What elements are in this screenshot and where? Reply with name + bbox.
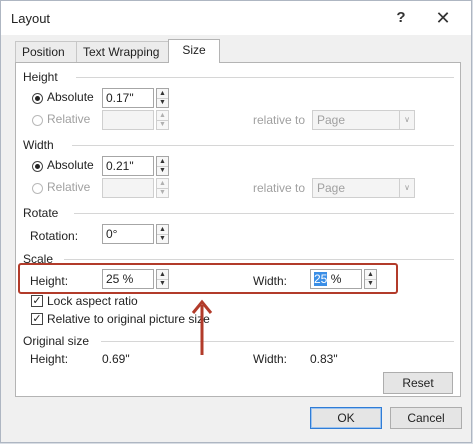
- height-relative-label: Relative: [47, 112, 91, 126]
- width-absolute-spinner[interactable]: ▲ ▼: [156, 156, 169, 176]
- rotate-divider: [74, 213, 454, 214]
- lock-aspect-checkbox[interactable]: ✓: [31, 295, 43, 307]
- scale-divider: [64, 259, 454, 260]
- height-group-label: Height: [23, 70, 58, 84]
- height-relative-input[interactable]: [102, 110, 154, 130]
- close-button[interactable]: ✕: [429, 5, 457, 31]
- ok-button[interactable]: OK: [310, 407, 382, 429]
- original-height-label: Height:: [30, 352, 69, 366]
- rotate-group-label: Rotate: [23, 206, 59, 220]
- height-relative-radio[interactable]: [32, 115, 43, 126]
- height-divider: [76, 77, 454, 78]
- width-relative-spinner[interactable]: ▲ ▼: [156, 178, 169, 198]
- dropdown-arrow-icon[interactable]: ∨: [399, 111, 414, 129]
- title-bar: Layout ? ✕: [1, 1, 471, 35]
- size-panel: Height Absolute 0.17" ▲ ▼ Relative ▲ ▼ r…: [15, 62, 461, 397]
- height-relative-spinner[interactable]: ▲ ▼: [156, 110, 169, 130]
- spin-down-icon[interactable]: ▼: [157, 188, 168, 197]
- spin-down-icon[interactable]: ▼: [157, 120, 168, 129]
- height-absolute-input[interactable]: 0.17": [102, 88, 154, 108]
- relative-original-checkbox[interactable]: ✓: [31, 313, 43, 325]
- height-absolute-radio[interactable]: [32, 93, 43, 104]
- original-size-divider: [101, 341, 454, 342]
- width-divider: [72, 145, 454, 146]
- tab-position[interactable]: Position: [15, 41, 77, 62]
- width-group-label: Width: [23, 138, 54, 152]
- relative-original-label: Relative to original picture size: [47, 312, 210, 326]
- annotation-arrow-icon: [191, 299, 213, 355]
- rotation-spinner[interactable]: ▲ ▼: [156, 224, 169, 244]
- height-absolute-spinner[interactable]: ▲ ▼: [156, 88, 169, 108]
- width-absolute-radio[interactable]: [32, 161, 43, 172]
- height-relative-to-label: relative to: [253, 113, 306, 127]
- spin-down-icon[interactable]: ▼: [157, 98, 168, 107]
- width-relative-radio[interactable]: [32, 183, 43, 194]
- rotation-label: Rotation:: [30, 229, 79, 243]
- tab-size[interactable]: Size: [168, 39, 220, 63]
- rotation-input[interactable]: 0°: [102, 224, 154, 244]
- width-relative-input[interactable]: [102, 178, 154, 198]
- tab-text-wrapping[interactable]: Text Wrapping: [76, 41, 169, 62]
- width-relative-to-label: relative to: [253, 181, 306, 195]
- dialog-title: Layout: [11, 11, 51, 26]
- original-size-group-label: Original size: [23, 334, 90, 348]
- height-relative-to-select[interactable]: Page ∨: [312, 110, 415, 130]
- width-relative-to-select[interactable]: Page ∨: [312, 178, 415, 198]
- scale-highlight-box: [18, 263, 398, 294]
- width-relative-to-value: Page: [317, 181, 346, 195]
- cancel-button[interactable]: Cancel: [390, 407, 462, 429]
- width-relative-label: Relative: [47, 180, 91, 194]
- spin-down-icon[interactable]: ▼: [157, 166, 168, 175]
- dropdown-arrow-icon[interactable]: ∨: [399, 179, 414, 197]
- spin-down-icon[interactable]: ▼: [157, 234, 168, 243]
- help-button[interactable]: ?: [387, 5, 415, 31]
- layout-dialog: Layout ? ✕ Position Text Wrapping Size H…: [0, 0, 472, 443]
- original-width-label: Width:: [253, 352, 288, 366]
- height-relative-to-value: Page: [317, 113, 346, 127]
- reset-button[interactable]: Reset: [383, 372, 453, 394]
- width-absolute-label: Absolute: [47, 158, 94, 172]
- original-width-value: 0.83": [310, 352, 338, 366]
- original-height-value: 0.69": [102, 352, 130, 366]
- width-absolute-input[interactable]: 0.21": [102, 156, 154, 176]
- height-absolute-label: Absolute: [47, 90, 94, 104]
- lock-aspect-label: Lock aspect ratio: [47, 294, 138, 308]
